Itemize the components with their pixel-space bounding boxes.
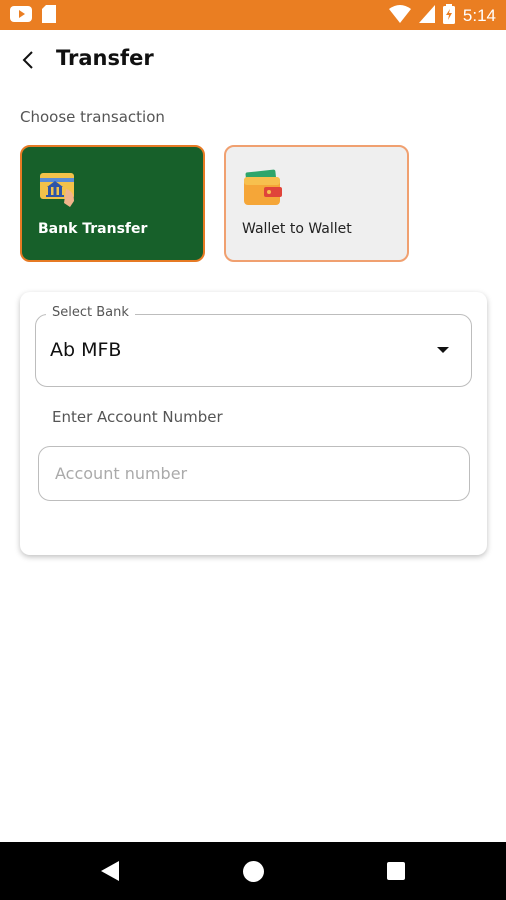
transfer-form-card: Select Bank Ab MFB Enter Account Number bbox=[20, 292, 487, 555]
battery-icon bbox=[442, 4, 455, 28]
bank-transfer-label: Bank Transfer bbox=[38, 221, 148, 237]
recents-icon[interactable] bbox=[387, 862, 405, 880]
selected-bank-value: Ab MFB bbox=[50, 339, 122, 361]
back-icon[interactable] bbox=[101, 861, 119, 881]
page-title: Transfer bbox=[56, 46, 154, 70]
account-number-input[interactable] bbox=[38, 446, 470, 501]
sd-card-icon bbox=[42, 5, 56, 27]
back-button[interactable] bbox=[14, 48, 42, 76]
youtube-icon bbox=[10, 6, 32, 26]
signal-icon bbox=[418, 5, 435, 27]
status-bar: 5:14 bbox=[0, 0, 506, 30]
wifi-icon bbox=[388, 5, 411, 27]
navigation-bar bbox=[0, 842, 506, 900]
account-number-label: Enter Account Number bbox=[52, 408, 223, 426]
status-bar-right: 5:14 bbox=[388, 4, 496, 28]
status-bar-left bbox=[10, 5, 56, 27]
select-bank-label: Select Bank bbox=[46, 305, 135, 320]
dropdown-arrow-icon bbox=[437, 347, 449, 353]
wallet-to-wallet-label: Wallet to Wallet bbox=[242, 221, 352, 237]
select-bank-dropdown[interactable]: Select Bank Ab MFB bbox=[35, 305, 472, 387]
wallet-to-wallet-option[interactable]: Wallet to Wallet bbox=[224, 145, 409, 262]
wallet-icon bbox=[242, 169, 282, 209]
status-time: 5:14 bbox=[462, 6, 496, 25]
home-icon[interactable] bbox=[243, 861, 264, 882]
chevron-left-icon bbox=[21, 50, 35, 74]
bank-transfer-icon bbox=[38, 169, 78, 209]
bank-transfer-option[interactable]: Bank Transfer bbox=[20, 145, 205, 262]
choose-transaction-label: Choose transaction bbox=[20, 108, 165, 126]
